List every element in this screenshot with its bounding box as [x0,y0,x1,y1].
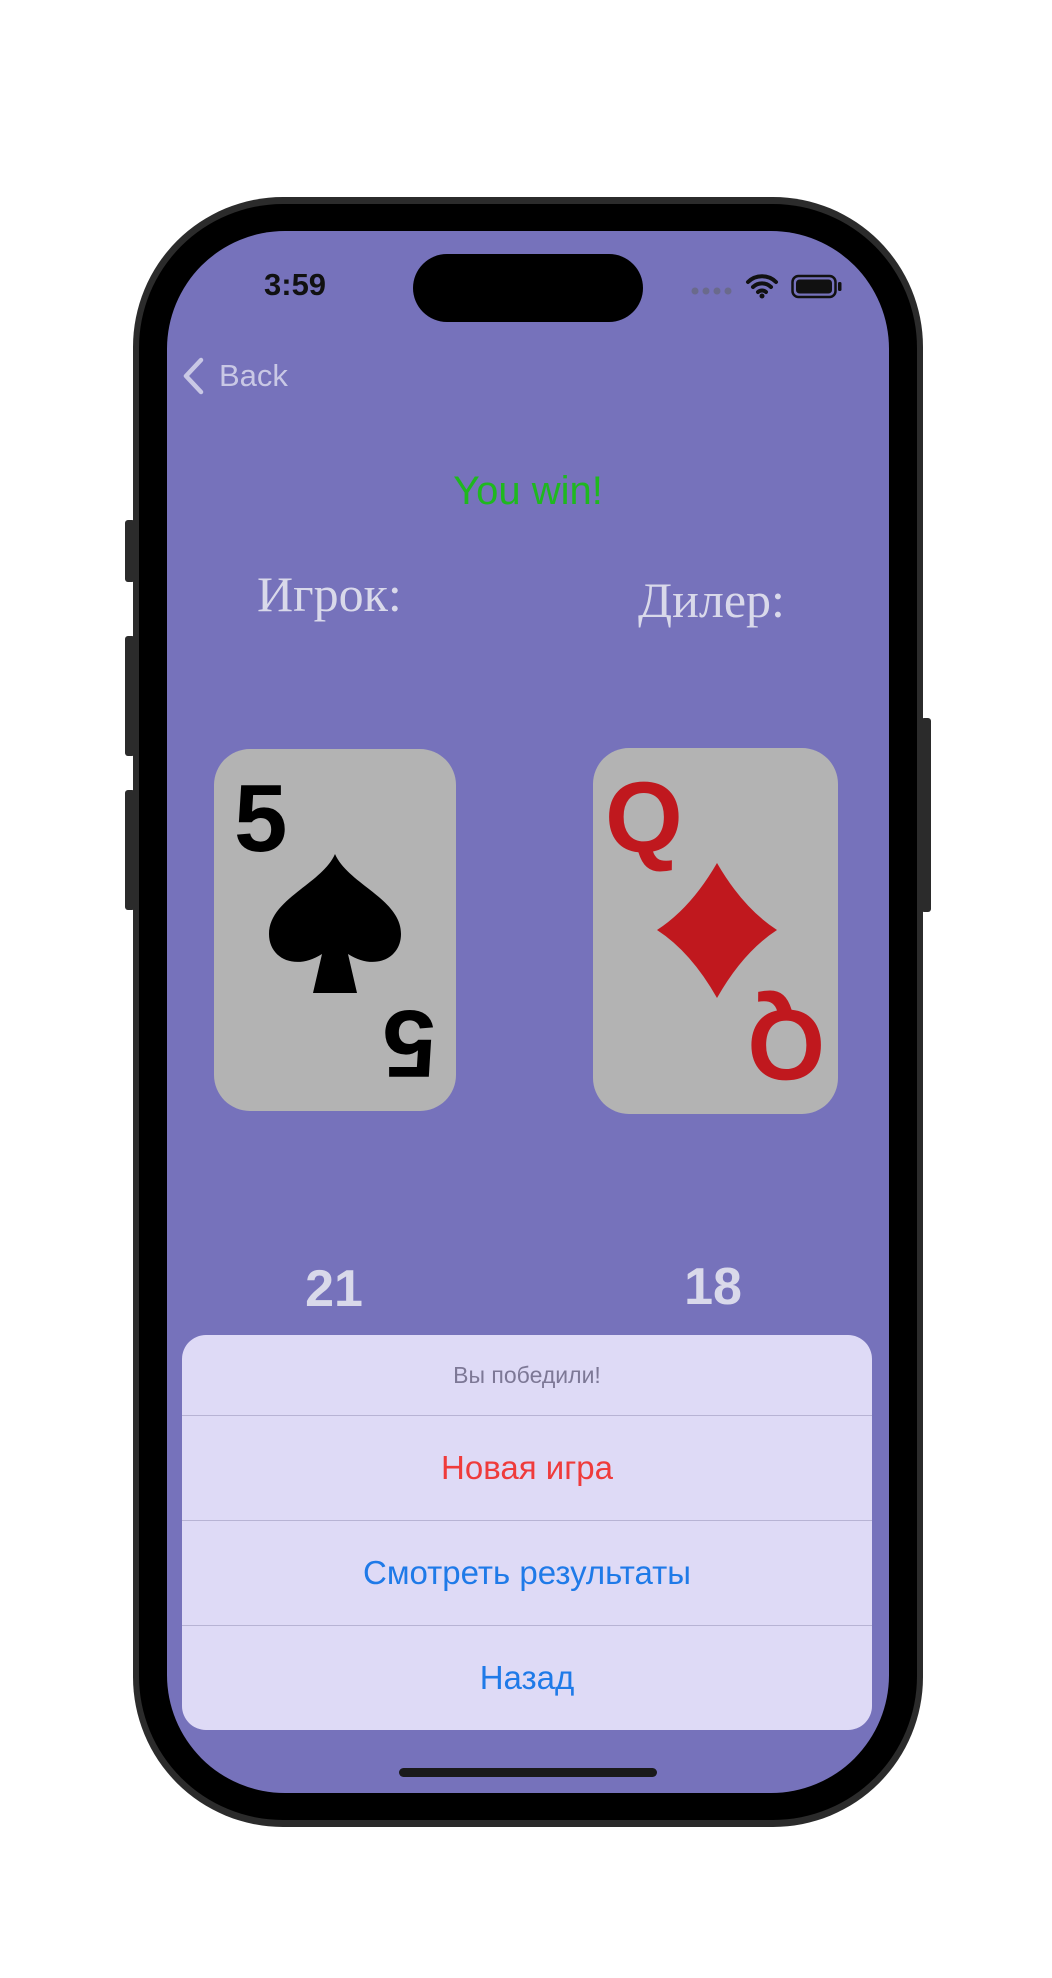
player-label: Игрок: [257,566,402,622]
power-button [921,718,931,912]
home-indicator[interactable] [399,1768,657,1777]
five-of-spades-card-face: 5 5 [234,765,436,1097]
queen-of-diamonds-card-face: Q Q [605,762,825,1100]
volume-up-button [125,636,135,756]
dealer-score: 18 [684,1258,742,1316]
view-results-button[interactable]: Смотреть результаты [182,1521,872,1626]
dealer-card: Q Q [593,748,838,1114]
status-time: 3:59 [264,267,327,302]
card-rank-bottom: Q [747,988,825,1100]
back-label: Back [219,358,288,393]
action-sheet-title: Вы победили! [182,1335,872,1416]
battery-icon [791,274,842,299]
volume-down-button [125,790,135,910]
spade-icon [269,854,401,993]
wifi-icon [745,274,778,299]
dynamic-island [413,254,643,322]
result-text: You win! [453,469,603,513]
card-rank-top: 5 [234,765,287,872]
back-action-button[interactable]: Назад [182,1626,872,1730]
new-game-button[interactable]: Новая игра [182,1416,872,1521]
status-icons [690,271,843,301]
card-rank-bottom: 5 [383,990,436,1097]
player-score: 21 [305,1260,363,1318]
diamond-icon [657,863,777,998]
action-sheet: Вы победили! Новая игра Смотреть результ… [182,1335,872,1730]
dealer-label: Дилер: [638,572,785,628]
action-button [125,520,135,582]
chevron-left-icon [183,357,204,395]
signal-dots-icon [691,287,732,295]
back-button[interactable]: Back [181,351,288,401]
player-card: 5 5 [214,749,456,1111]
card-rank-top: Q [605,762,683,874]
app-screen: 3:59 Back You win! Игрок: Дилер: 5 5 Q Q… [167,231,889,1793]
